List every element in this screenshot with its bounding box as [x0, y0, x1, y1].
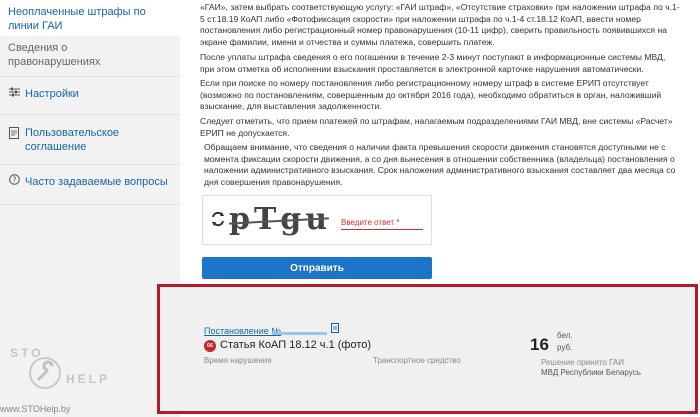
sidebar-divider: [0, 204, 180, 205]
wrench-icon: [28, 356, 62, 395]
fine-currency: руб.: [557, 343, 573, 352]
watermark-logo: STO HELP: [10, 346, 160, 406]
fine-article-title: Статья КоАП 18.12 ч.1 (фото): [220, 339, 372, 351]
sidebar-item-unpaid-fines-label: Неоплаченные штрафы по линии ГАИ: [8, 6, 146, 32]
sidebar-divider: [0, 164, 180, 165]
watermark-brand-bottom: HELP: [66, 372, 111, 386]
notice-paragraph: Обращаем внимание, что сведения о наличи…: [204, 142, 676, 187]
svg-text:?: ?: [13, 175, 17, 184]
sidebar-item-settings[interactable]: Настройки: [0, 80, 180, 118]
sidebar-item-faq[interactable]: ? Часто задаваемые вопросы: [0, 168, 180, 206]
refresh-icon[interactable]: [211, 210, 225, 233]
instruction-paragraph: «ГАИ», затем выбрать соответствующую усл…: [200, 2, 680, 47]
watermark-url: www.STOHelp.by: [0, 404, 71, 414]
decision-label: Решение принято ГАИ: [541, 358, 624, 367]
help-circle-icon: ?: [9, 174, 20, 188]
sidebar-item-label: Пользовательское соглашение: [25, 127, 120, 153]
fine-amount: 16: [530, 335, 549, 354]
sidebar-item-user-agreement[interactable]: Пользовательское соглашение: [0, 118, 180, 160]
sidebar-divider: [0, 76, 180, 77]
instruction-paragraph: Если при поиске по номеру постановления …: [200, 78, 662, 111]
sidebar-divider: [0, 114, 180, 115]
document-icon[interactable]: [331, 323, 339, 335]
resolution-link[interactable]: Постановление №: [204, 326, 281, 336]
redacted-number: [272, 332, 327, 335]
issuer-name: МВД Республики Беларусь: [541, 368, 641, 377]
captcha-box: pTgu: [202, 195, 432, 245]
captcha-answer-input[interactable]: [341, 216, 423, 230]
instruction-paragraph: После уплаты штрафа сведения о его погаш…: [200, 52, 666, 74]
sidebar-item-unpaid-fines[interactable]: Неоплаченные штрафы по линии ГАИ: [0, 0, 180, 36]
sliders-icon: [9, 86, 20, 100]
instruction-paragraph: Следует отметить, что прием платежей по …: [200, 116, 673, 138]
sidebar-item-violations-info[interactable]: Сведения о правонарушениях: [8, 41, 128, 69]
violation-time-label: Время нарушения: [204, 356, 272, 365]
submit-button[interactable]: Отправить: [202, 257, 432, 279]
fine-currency: бел.: [557, 331, 573, 340]
document-icon: [9, 127, 19, 142]
fine-card: Постановление № 66 Статья КоАП 18.12 ч.1…: [157, 284, 698, 414]
sidebar-item-label: Настройки: [25, 88, 79, 100]
speed-limit-icon: 66: [204, 340, 216, 352]
vehicle-label: Транспортное средство: [373, 356, 461, 365]
sidebar-item-label: Часто задаваемые вопросы: [25, 176, 168, 188]
